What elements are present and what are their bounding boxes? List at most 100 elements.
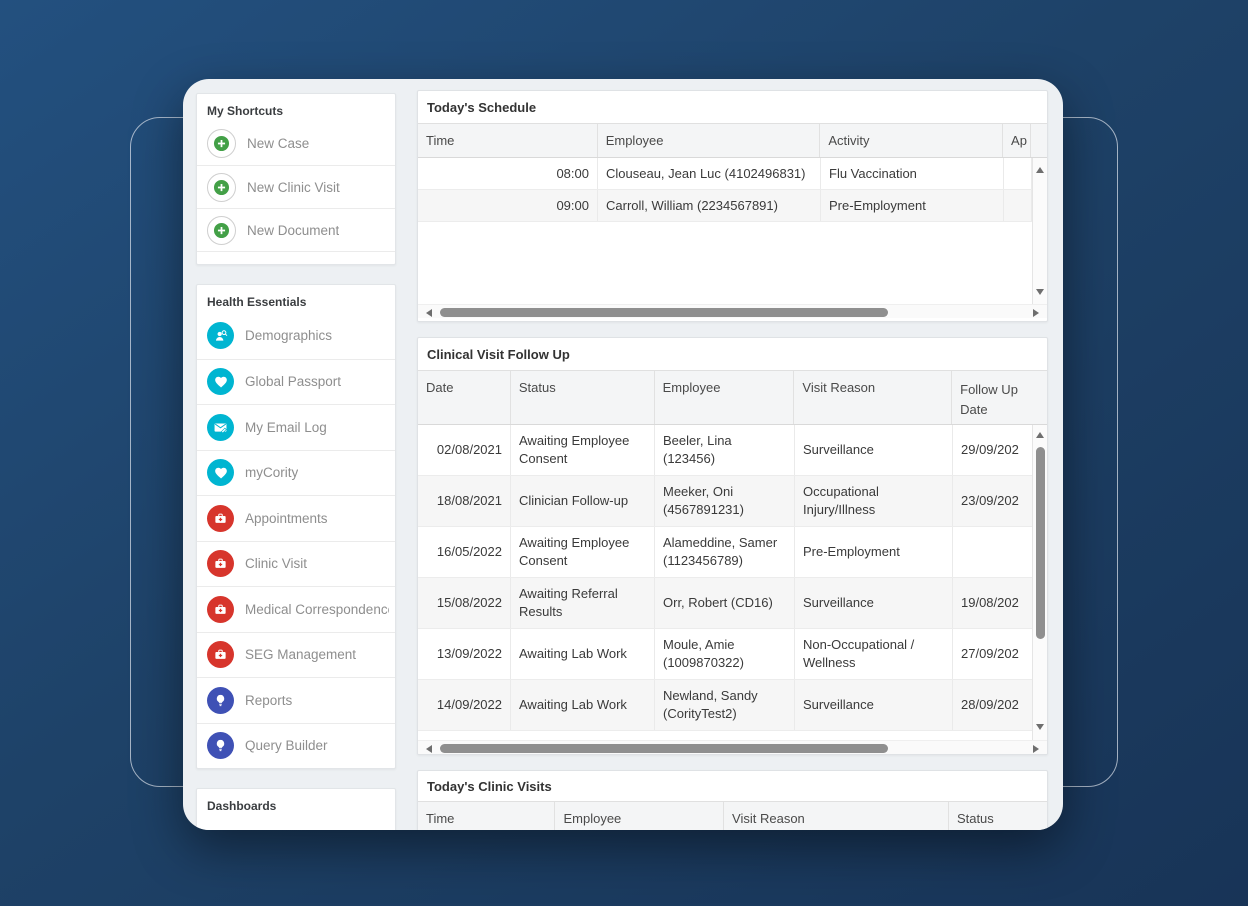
cell-date: 14/09/2022 — [418, 680, 511, 730]
cell-visit-reason: Surveillance — [795, 425, 953, 475]
vertical-scrollbar[interactable] — [1032, 158, 1047, 304]
lightbulb-icon — [207, 732, 234, 759]
cell-follow-up-date: 29/09/202 — [953, 425, 1032, 475]
table-row[interactable]: 02/08/2021 Awaiting Employee Consent Bee… — [418, 425, 1032, 476]
cell-appointment — [1004, 190, 1032, 221]
column-header-visit-reason[interactable]: Visit Reason — [794, 371, 952, 424]
table-header-row: Time Employee Activity Ap — [418, 123, 1047, 158]
sidebar-item-global-passport[interactable]: Global Passport — [197, 359, 395, 405]
person-search-icon — [207, 322, 234, 349]
sidebar-item-label: SEG Management — [245, 647, 356, 662]
sidebar-item-label: Clinic Visit — [245, 556, 307, 571]
scroll-left-arrow-icon[interactable] — [426, 745, 432, 753]
table-row[interactable]: 15/08/2022 Awaiting Referral Results Orr… — [418, 578, 1032, 629]
vertical-scroll-thumb[interactable] — [1036, 447, 1045, 639]
dashboard-main: Today's Schedule Time Employee Activity … — [417, 90, 1048, 830]
table-row[interactable]: 14/09/2022 Awaiting Lab Work Newland, Sa… — [418, 680, 1032, 731]
scroll-left-arrow-icon[interactable] — [426, 309, 432, 317]
column-header-activity[interactable]: Activity — [820, 124, 1003, 157]
scroll-up-arrow-icon[interactable] — [1036, 432, 1044, 438]
header-filler — [1031, 371, 1047, 424]
sidebar-section-title: Health Essentials — [197, 285, 395, 313]
scroll-down-arrow-icon[interactable] — [1036, 289, 1044, 295]
sidebar-item-label: My Email Log — [245, 420, 327, 435]
cell-follow-up-date: 19/08/202 — [953, 578, 1032, 628]
column-header-employee[interactable]: Employee — [655, 371, 795, 424]
sidebar-section-dashboards: Dashboards Health Essentials — [196, 788, 396, 830]
cell-employee: Orr, Robert (CD16) — [655, 578, 795, 628]
scroll-up-arrow-icon[interactable] — [1036, 167, 1044, 173]
plus-icon — [207, 129, 236, 158]
sidebar-item-reports[interactable]: Reports — [197, 677, 395, 723]
cell-employee: Carroll, William (2234567891) — [598, 190, 821, 221]
sidebar-item-appointments[interactable]: Appointments — [197, 495, 395, 541]
cell-follow-up-date — [953, 527, 1032, 577]
column-header-follow-up-date[interactable]: Follow Up Date — [952, 371, 1031, 424]
cell-employee: Beeler, Lina (123456) — [655, 425, 795, 475]
sidebar-item-label: Demographics — [245, 328, 332, 343]
panel-todays-schedule: Today's Schedule Time Employee Activity … — [417, 90, 1048, 322]
sidebar-item-label: Global Passport — [245, 374, 341, 389]
sidebar-item-demographics[interactable]: Demographics — [197, 313, 395, 359]
column-header-employee[interactable]: Employee — [598, 124, 821, 157]
scroll-down-arrow-icon[interactable] — [1036, 724, 1044, 730]
sidebar-item-query-builder[interactable]: Query Builder — [197, 723, 395, 769]
sidebar-item-label: Medical Correspondence — [245, 602, 389, 617]
column-header-status[interactable]: Status — [949, 802, 1031, 830]
cell-status: Clinician Follow-up — [511, 476, 655, 526]
column-header-visit-reason[interactable]: Visit Reason — [724, 802, 949, 830]
sidebar-item-my-email-log[interactable]: My Email Log — [197, 404, 395, 450]
scroll-right-arrow-icon[interactable] — [1033, 745, 1039, 753]
column-header-appointment-clipped[interactable]: Ap — [1003, 124, 1031, 157]
cell-visit-reason: Pre-Employment — [795, 527, 953, 577]
table-row[interactable]: 08:00 Clouseau, Jean Luc (4102496831) Fl… — [418, 158, 1032, 190]
table-row[interactable]: 16/05/2022 Awaiting Employee Consent Ala… — [418, 527, 1032, 578]
sidebar: My Shortcuts New Case New Clinic Visit — [196, 93, 396, 830]
sidebar-item-mycority[interactable]: myCority — [197, 450, 395, 496]
sidebar-section-title: My Shortcuts — [197, 94, 395, 122]
cell-time: 09:00 — [418, 190, 598, 221]
sidebar-item-clinic-visit[interactable]: Clinic Visit — [197, 541, 395, 587]
cell-appointment — [1004, 158, 1032, 189]
horizontal-scrollbar[interactable] — [418, 740, 1047, 754]
cell-follow-up-date: 27/09/202 — [953, 629, 1032, 679]
column-header-employee[interactable]: Employee — [555, 802, 724, 830]
medical-bag-icon — [207, 596, 234, 623]
table-row[interactable]: 18/08/2021 Clinician Follow-up Meeker, O… — [418, 476, 1032, 527]
cell-employee: Clouseau, Jean Luc (4102496831) — [598, 158, 821, 189]
horizontal-scroll-thumb[interactable] — [440, 308, 888, 317]
sidebar-item-new-clinic-visit[interactable]: New Clinic Visit — [197, 165, 395, 208]
sidebar-item-seg-management[interactable]: SEG Management — [197, 632, 395, 678]
expand-arrows-icon — [207, 828, 231, 830]
sidebar-item-new-case[interactable]: New Case — [197, 122, 395, 165]
horizontal-scroll-thumb[interactable] — [440, 744, 888, 753]
column-header-time[interactable]: Time — [418, 802, 555, 830]
sidebar-item-medical-correspondence[interactable]: Medical Correspondence — [197, 586, 395, 632]
cell-status: Awaiting Employee Consent — [511, 425, 655, 475]
cell-employee: Meeker, Oni (4567891231) — [655, 476, 795, 526]
column-header-time[interactable]: Time — [418, 124, 598, 157]
app-window: My Shortcuts New Case New Clinic Visit — [183, 79, 1063, 830]
cell-follow-up-date: 23/09/202 — [953, 476, 1032, 526]
sidebar-item-label: New Case — [247, 136, 309, 151]
cell-visit-reason: Surveillance — [795, 578, 953, 628]
sidebar-section-health-essentials: Health Essentials Demographics Global Pa… — [196, 284, 396, 769]
cell-date: 16/05/2022 — [418, 527, 511, 577]
column-header-status[interactable]: Status — [511, 371, 655, 424]
desktop-background: My Shortcuts New Case New Clinic Visit — [0, 0, 1248, 906]
vertical-scrollbar[interactable] — [1032, 425, 1047, 740]
table-row[interactable]: 13/09/2022 Awaiting Lab Work Moule, Amie… — [418, 629, 1032, 680]
panel-title: Clinical Visit Follow Up — [418, 338, 1047, 370]
table-header-row: Time Employee Visit Reason Status — [418, 801, 1047, 830]
panel-clinical-visit-follow-up: Clinical Visit Follow Up Date Status Emp… — [417, 337, 1048, 755]
cell-visit-reason: Occupational Injury/Illness — [795, 476, 953, 526]
table-row[interactable]: 09:00 Carroll, William (2234567891) Pre-… — [418, 190, 1032, 222]
scroll-right-arrow-icon[interactable] — [1033, 309, 1039, 317]
horizontal-scrollbar[interactable] — [418, 304, 1047, 318]
sidebar-item-dashboard-health-essentials[interactable]: Health Essentials — [197, 817, 395, 830]
sidebar-item-new-document[interactable]: New Document — [197, 208, 395, 251]
cell-employee: Moule, Amie (1009870322) — [655, 629, 795, 679]
column-header-date[interactable]: Date — [418, 371, 511, 424]
medical-bag-icon — [207, 550, 234, 577]
plus-icon — [207, 216, 236, 245]
